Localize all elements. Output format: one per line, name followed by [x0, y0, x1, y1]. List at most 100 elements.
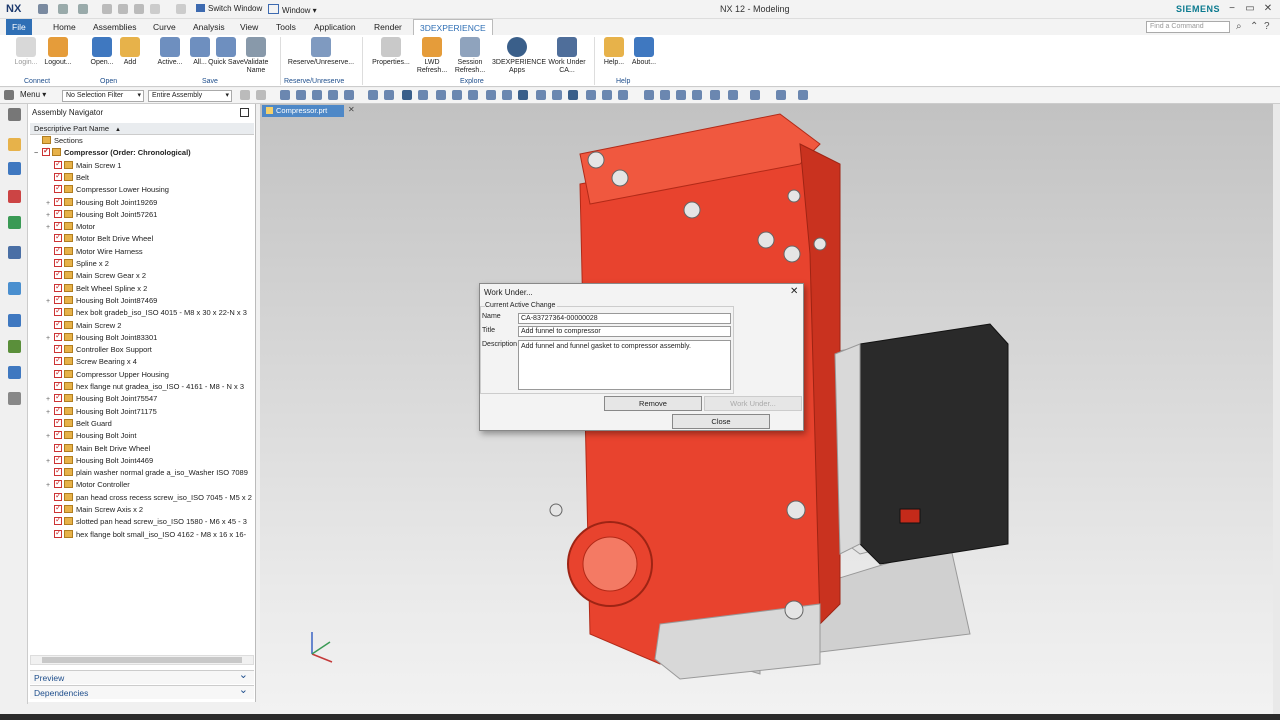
select-icon[interactable] — [280, 90, 290, 100]
search-icon[interactable]: ⌕ — [1236, 21, 1242, 32]
tree-row[interactable]: − Compressor (Order: Chronological) — [30, 147, 254, 159]
cut-icon[interactable] — [102, 4, 112, 14]
visibility-checkbox[interactable] — [54, 295, 62, 305]
validate-name-button[interactable]: Validate Name — [238, 37, 274, 75]
tree-row[interactable]: Belt — [30, 172, 254, 184]
constraint-navigator-icon[interactable] — [8, 162, 21, 175]
eye-icon[interactable] — [368, 90, 378, 100]
copy-icon[interactable] — [118, 4, 128, 14]
tree-row[interactable]: slotted pan head screw_iso_ISO 1580 - M6… — [30, 516, 254, 528]
midpoint-icon[interactable] — [502, 90, 512, 100]
curve-icon[interactable] — [452, 90, 462, 100]
repeat-command-icon[interactable] — [150, 4, 160, 14]
login-button[interactable]: Login... — [8, 37, 44, 67]
point-icon[interactable] — [384, 90, 394, 100]
tab-assemblies[interactable]: Assemblies — [87, 19, 142, 35]
selection-filter-select[interactable]: No Selection Filter — [62, 90, 144, 102]
visibility-checkbox[interactable] — [54, 172, 62, 182]
expand-toggle-icon[interactable]: + — [46, 296, 54, 307]
tangent-icon[interactable] — [568, 90, 578, 100]
expand-toggle-icon[interactable]: + — [46, 456, 54, 467]
visibility-checkbox[interactable] — [54, 233, 62, 244]
display-icon[interactable] — [728, 90, 738, 100]
selection-scope-select[interactable]: Entire Assembly — [148, 90, 232, 102]
tree-row[interactable]: + Housing Bolt Joint — [30, 430, 254, 442]
visibility-checkbox[interactable] — [54, 160, 62, 170]
visibility-checkbox[interactable] — [54, 246, 62, 256]
filter-icon[interactable] — [256, 90, 266, 100]
snap-end-icon[interactable] — [402, 90, 412, 100]
help-icon[interactable]: ? — [1264, 21, 1270, 32]
visibility-checkbox[interactable] — [54, 197, 62, 207]
session-refresh-button[interactable]: Session Refresh... — [452, 37, 488, 75]
visibility-checkbox[interactable] — [54, 356, 62, 367]
work-under-ca-button[interactable]: Work Under CA... — [546, 37, 588, 75]
box-select-icon[interactable] — [296, 90, 306, 100]
redo-icon[interactable] — [78, 4, 88, 14]
circle-icon[interactable] — [536, 90, 546, 100]
tree-row[interactable]: hex flange nut gradea_iso_ISO - 4161 - M… — [30, 381, 254, 393]
tab-3dexperience[interactable]: 3DEXPERIENCE — [413, 19, 493, 35]
reserve-unreserve-button[interactable]: Reserve/Unreserve... — [284, 37, 358, 67]
dependencies-panel-header[interactable]: Dependencies — [30, 683, 254, 699]
expand-toggle-icon[interactable]: + — [46, 198, 54, 209]
expand-toggle-icon[interactable]: + — [46, 333, 54, 344]
visibility-checkbox[interactable] — [54, 467, 62, 477]
tab-view[interactable]: View — [234, 19, 264, 35]
lwd-refresh-button[interactable]: LWD Refresh... — [414, 37, 450, 75]
window-menu[interactable]: Window ▾ — [268, 4, 317, 15]
visibility-checkbox[interactable] — [54, 332, 62, 342]
visibility-checkbox[interactable] — [54, 320, 62, 330]
center-icon[interactable] — [518, 90, 528, 100]
tree-row[interactable]: + Housing Bolt Joint4469 — [30, 455, 254, 467]
snap-icon[interactable] — [240, 90, 250, 100]
visibility-checkbox[interactable] — [54, 406, 62, 416]
visibility-checkbox[interactable] — [54, 270, 62, 281]
description-field[interactable]: Add funnel and funnel gasket to compress… — [518, 340, 731, 390]
tree-row[interactable]: hex flange bolt small_iso_ISO 4162 - M8 … — [30, 529, 254, 541]
visibility-checkbox[interactable] — [54, 381, 62, 391]
tree-row[interactable]: plain washer normal grade a_iso_Washer I… — [30, 467, 254, 479]
tree-row[interactable]: + Motor Controller — [30, 479, 254, 491]
expand-toggle-icon[interactable]: + — [46, 431, 54, 442]
tree-row[interactable]: Compressor Lower Housing — [30, 184, 254, 196]
tree-row[interactable]: Sections — [30, 135, 254, 147]
visibility-checkbox[interactable] — [54, 307, 62, 317]
expand-toggle-icon[interactable]: + — [46, 480, 54, 491]
visibility-checkbox[interactable] — [42, 147, 50, 158]
visibility-checkbox[interactable] — [54, 258, 62, 268]
about-button[interactable]: About... — [626, 37, 662, 67]
rectangle-select-icon[interactable] — [344, 90, 354, 100]
system-scenes-icon[interactable] — [8, 392, 21, 405]
spline-icon[interactable] — [468, 90, 478, 100]
visibility-checkbox[interactable] — [54, 492, 62, 502]
remove-button[interactable]: Remove — [604, 396, 702, 411]
grid-icon[interactable] — [4, 90, 14, 100]
3dexperience-apps-button[interactable]: 3DEXPERIENCE Apps — [492, 37, 546, 75]
visibility-checkbox[interactable] — [54, 516, 62, 527]
visibility-checkbox[interactable] — [54, 529, 62, 539]
tree-row[interactable]: Main Screw Axis x 2 — [30, 504, 254, 516]
assembly-navigator-icon[interactable] — [8, 138, 21, 151]
tree-row[interactable]: + Housing Bolt Joint57261 — [30, 209, 254, 221]
tree-row[interactable]: Main Screw 1 — [30, 160, 254, 172]
tree-row[interactable]: Main Belt Drive Wheel — [30, 443, 254, 455]
tab-home[interactable]: Home — [47, 19, 82, 35]
tab-curve[interactable]: Curve — [147, 19, 182, 35]
arc-icon[interactable] — [436, 90, 446, 100]
expand-toggle-icon[interactable]: + — [46, 394, 54, 405]
view-icon[interactable] — [644, 90, 654, 100]
tab-analysis[interactable]: Analysis — [187, 19, 231, 35]
zoom-icon[interactable] — [692, 90, 702, 100]
logout-button[interactable]: Logout... — [40, 37, 76, 67]
preview-panel-header[interactable]: Preview — [30, 668, 254, 684]
edge-icon[interactable] — [602, 90, 612, 100]
tree-row[interactable]: + Housing Bolt Joint87469 — [30, 295, 254, 307]
expand-toggle-icon[interactable]: + — [46, 407, 54, 418]
menu-button[interactable]: Menu ▾ — [20, 90, 46, 99]
tree-row[interactable]: Motor Belt Drive Wheel — [30, 233, 254, 245]
work-under-button[interactable]: Work Under... — [704, 396, 802, 411]
tree-row[interactable]: Compressor Upper Housing — [30, 369, 254, 381]
history-icon[interactable] — [8, 282, 21, 295]
pan-icon[interactable] — [710, 90, 720, 100]
